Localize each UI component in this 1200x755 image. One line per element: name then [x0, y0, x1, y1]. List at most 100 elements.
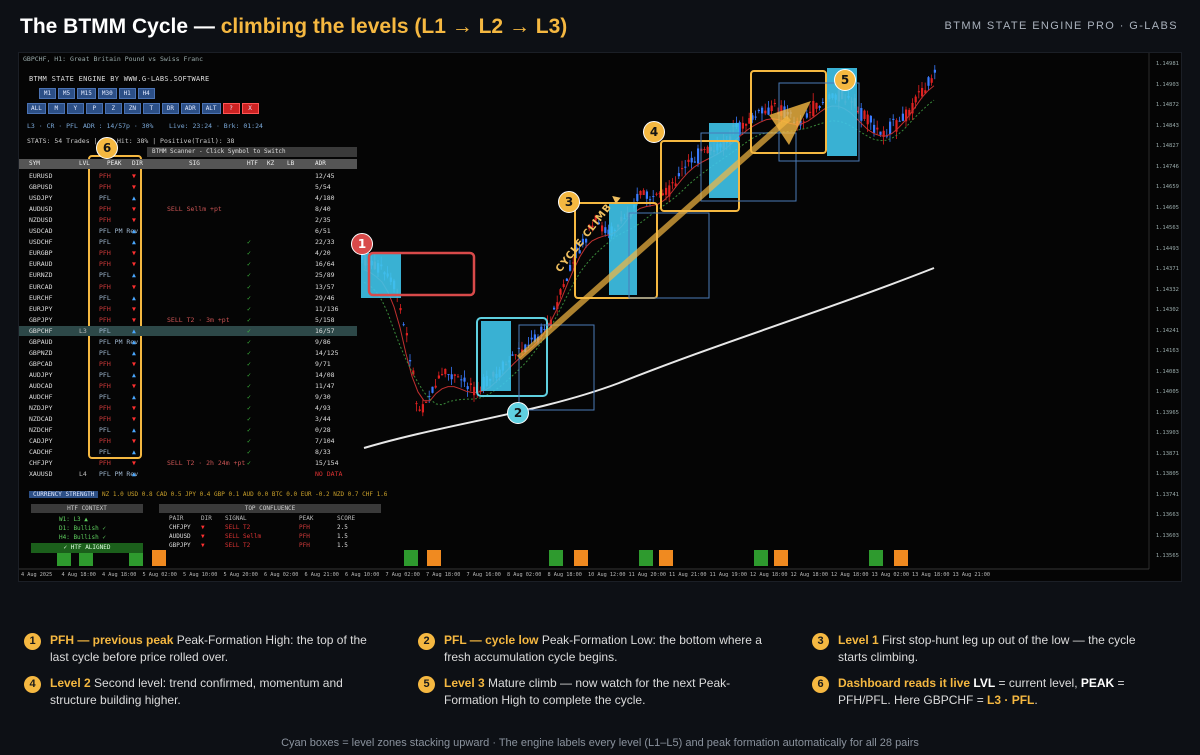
row-symbol[interactable]: GBPCAD [29, 360, 52, 368]
tool-button[interactable]: ADR [180, 103, 200, 114]
scanner-row[interactable]: GBPCAD PFH ▼ ✓ 9/71 [19, 359, 357, 370]
scanner-row[interactable]: AUDJPY PFL ▲ ✓ 14/08 [19, 370, 357, 381]
scanner-row[interactable]: NZDUSD PFH ▼ 2/35 [19, 215, 357, 226]
row-symbol[interactable]: EURGBP [29, 249, 52, 257]
row-symbol[interactable]: NZDJPY [29, 404, 52, 412]
row-symbol[interactable]: CADJPY [29, 437, 52, 445]
row-symbol[interactable]: AUDJPY [29, 371, 52, 379]
level-bar [754, 550, 768, 566]
row-symbol[interactable]: GBPCHF [29, 327, 52, 335]
candle-body [687, 159, 690, 163]
scanner-row[interactable]: EURNZD PFL ▲ ✓ 25/89 [19, 270, 357, 281]
row-symbol[interactable]: EURAUD [29, 260, 52, 268]
row-symbol[interactable]: NZDUSD [29, 216, 52, 224]
row-adr: 5/158 [315, 315, 335, 324]
row-symbol[interactable]: EURJPY [29, 305, 52, 313]
row-symbol[interactable]: GBPUSD [29, 183, 52, 191]
tool-button[interactable]: ? [222, 103, 240, 114]
scanner-row[interactable]: EURUSD PFH ▼ 12/45 [19, 171, 357, 182]
row-symbol[interactable]: USDCHF [29, 238, 52, 246]
row-symbol[interactable]: NZDCHF [29, 426, 52, 434]
tool-button[interactable]: DR [161, 103, 179, 114]
row-symbol[interactable]: NZDCAD [29, 415, 52, 423]
scanner-row[interactable]: GBPAUD PFL PM Rev ▲ ✓ 9/86 [19, 337, 357, 348]
row-symbol[interactable]: AUDUSD [29, 205, 52, 213]
scanner-row[interactable]: USDCHF PFL ▲ ✓ 22/33 [19, 237, 357, 248]
scanner-row[interactable]: AUDUSD PFH ▼ SELL Sellm +pt 8/40 [19, 204, 357, 215]
row-symbol[interactable]: EURCAD [29, 283, 52, 291]
tool-button[interactable]: ZN [123, 103, 141, 114]
conf-score: 1.5 [337, 533, 348, 540]
tool-button[interactable]: ALL [27, 103, 46, 114]
scanner-row[interactable]: CADJPY PFH ▼ ✓ 7/104 [19, 436, 357, 447]
row-symbol[interactable]: GBPAUD [29, 338, 52, 346]
scanner-row[interactable]: EURCAD PFH ▼ ✓ 13/57 [19, 282, 357, 293]
row-symbol[interactable]: EURUSD [29, 172, 52, 180]
row-symbol[interactable]: GBPJPY [29, 316, 52, 324]
row-direction: ▲ [132, 238, 136, 247]
scanner-row[interactable]: CADCHF PFL ▲ ✓ 8/33 [19, 447, 357, 458]
candle-body [553, 307, 556, 310]
row-symbol[interactable]: CHFJPY [29, 459, 52, 467]
row-symbol[interactable]: AUDCAD [29, 382, 52, 390]
timeframe-button[interactable]: H4 [137, 88, 155, 99]
timeframe-button[interactable]: M1 [39, 88, 56, 99]
tool-button[interactable]: M [47, 103, 65, 114]
timeframe-button[interactable]: M30 [97, 88, 117, 99]
candle-body [860, 108, 863, 121]
tool-button[interactable]: Z [104, 103, 122, 114]
row-symbol[interactable]: CADCHF [29, 448, 52, 456]
scanner-row[interactable]: GBPCHF L3 PFL ▲ ✓ 16/57 [19, 325, 357, 337]
row-symbol[interactable]: EURCHF [29, 294, 52, 302]
row-symbol[interactable]: USDJPY [29, 194, 52, 202]
row-symbol[interactable]: AUDCHF [29, 393, 52, 401]
scanner-row[interactable]: NZDJPY PFH ▼ ✓ 4/93 [19, 403, 357, 414]
tool-button[interactable]: ALT [201, 103, 221, 114]
timeframe-button[interactable]: M15 [77, 88, 96, 99]
scanner-row[interactable]: AUDCHF PFL ▲ ✓ 9/30 [19, 392, 357, 403]
row-symbol[interactable]: USDCAD [29, 227, 52, 235]
level-bar [404, 550, 418, 566]
tool-button[interactable]: P [85, 103, 103, 114]
tool-button[interactable]: Y [66, 103, 84, 114]
tool-button[interactable]: T [142, 103, 160, 114]
scanner-row[interactable]: EURJPY PFH ▼ ✓ 11/136 [19, 304, 357, 315]
scanner-row[interactable]: GBPJPY PFH ▼ SELL T2 · 3m +pt ✓ 5/158 [19, 315, 357, 326]
scanner-row[interactable]: EURAUD PFH ▼ ✓ 16/64 [19, 259, 357, 270]
candle-body [431, 386, 434, 393]
scanner-row[interactable]: AUDCAD PFH ▼ ✓ 11/47 [19, 381, 357, 392]
scanner-header[interactable]: BTMM Scanner - Click Symbol to Switch [147, 147, 357, 157]
scanner-row[interactable]: CHFJPY PFH ▼ SELL T2 · 2h 24m +pt ✓ 15/154 [19, 458, 357, 469]
row-symbol[interactable]: GBPNZD [29, 349, 52, 357]
time-tick: 12 Aug 18:00 [790, 572, 828, 578]
scanner-row[interactable]: NZDCAD PFH ▼ ✓ 3/44 [19, 414, 357, 425]
scanner-row[interactable]: USDCAD PFL PM Rev ▲ 6/51 [19, 226, 357, 237]
candle-body [418, 409, 421, 411]
row-adr: 2/35 [315, 216, 331, 225]
confluence-column: PAIR [169, 515, 184, 522]
candle-body [693, 161, 696, 163]
scanner-row[interactable]: XAUUSD L4 PFL PM Rev ▲ NO DATA [19, 469, 357, 480]
scanner-row[interactable]: EURCHF PFL ▲ ✓ 29/46 [19, 293, 357, 304]
scanner-row[interactable]: GBPUSD PFH ▼ 5/54 [19, 182, 357, 193]
timeframe-button[interactable]: H1 [118, 88, 136, 99]
row-symbol[interactable]: XAUUSD [29, 470, 52, 478]
price-tick: 1.14083 [1155, 368, 1179, 375]
row-htf: ✓ [247, 393, 251, 401]
timeframe-button[interactable]: M5 [58, 88, 75, 99]
candle-body [450, 374, 453, 380]
scanner-row[interactable]: NZDCHF PFL ▲ ✓ 0/28 [19, 425, 357, 436]
row-direction: ▼ [132, 282, 136, 291]
scanner-row[interactable]: GBPNZD PFL ▲ ✓ 14/125 [19, 348, 357, 359]
scanner-row[interactable]: EURGBP PFH ▼ ✓ 4/20 [19, 248, 357, 259]
price-tick: 1.14163 [1155, 348, 1179, 354]
candle-body [463, 377, 466, 382]
row-htf: ✓ [247, 370, 251, 379]
row-direction: ▼ [132, 315, 136, 324]
scanner-row[interactable]: USDJPY PFL ▲ 4/180 [19, 193, 357, 204]
level-bar [894, 550, 908, 566]
tool-button[interactable]: X [241, 103, 259, 114]
time-tick: 6 Aug 02:00 [264, 572, 299, 578]
candle-body [665, 187, 668, 195]
row-symbol[interactable]: EURNZD [29, 271, 52, 279]
